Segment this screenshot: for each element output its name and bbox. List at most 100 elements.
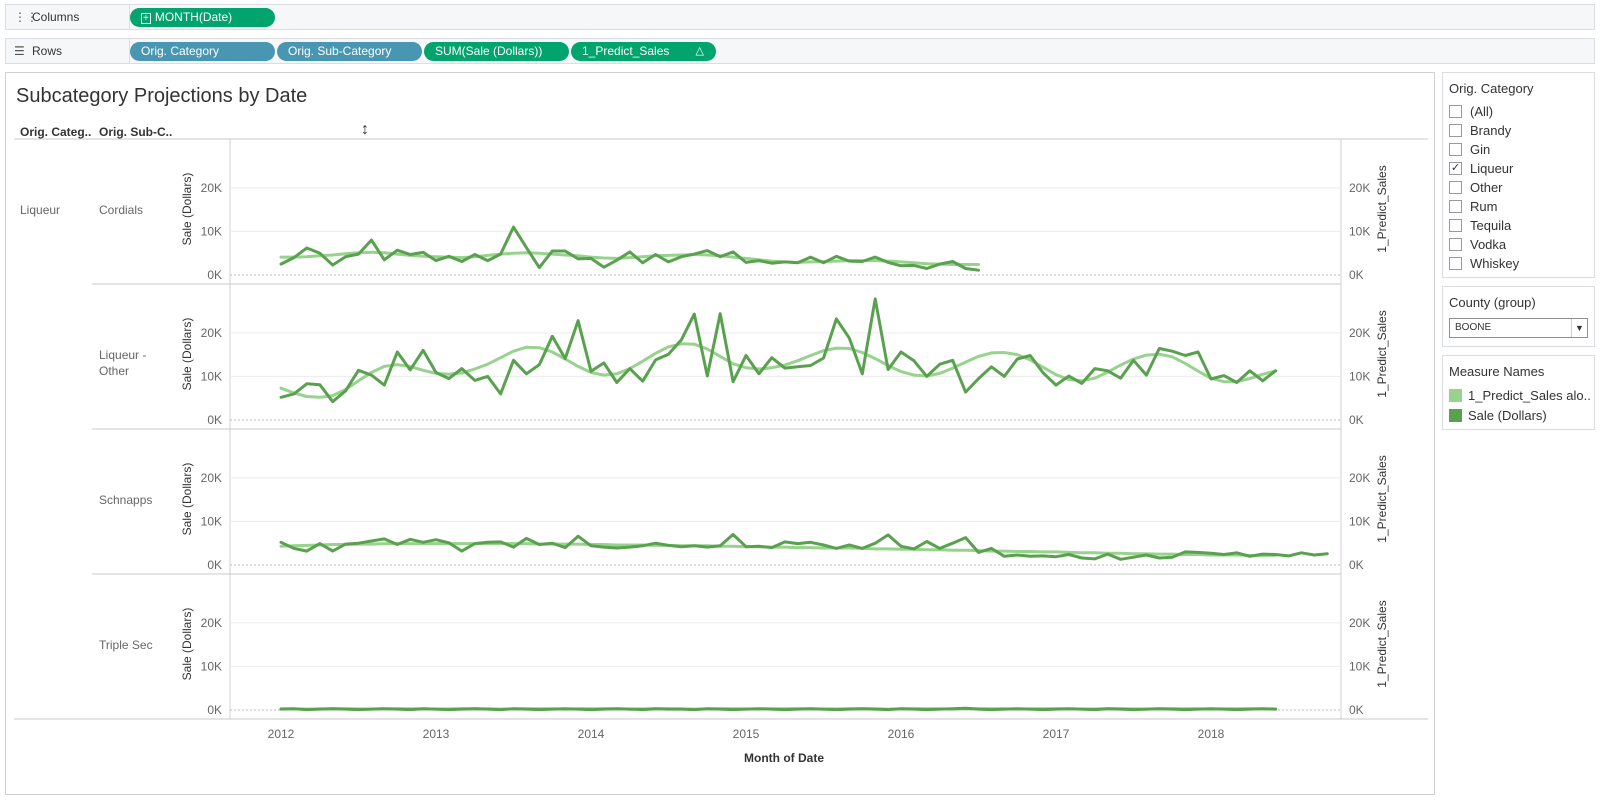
filter-item-label: (All) (1470, 104, 1494, 119)
expand-icon: + (141, 13, 151, 24)
y-tick-left: 10K (201, 369, 222, 383)
columns-shelf: ⋮⋮Columns + MONTH(Date) (5, 4, 1595, 30)
checkbox[interactable] (1449, 181, 1462, 194)
filter-item[interactable]: (All) (1443, 102, 1594, 121)
checkbox-checked[interactable]: ✓ (1449, 162, 1462, 175)
filter-item[interactable]: Gin (1443, 140, 1594, 159)
pill-month-date[interactable]: + MONTH(Date) (130, 8, 275, 27)
viz-view: Subcategory Projections by Date Orig. Ca… (5, 72, 1435, 795)
checkbox[interactable] (1449, 105, 1462, 118)
filter-item[interactable]: Rum (1443, 197, 1594, 216)
filter-item-label: Gin (1470, 142, 1491, 157)
y-tick-right: 20K (1349, 471, 1370, 485)
filter-item-label: Tequila (1470, 218, 1512, 233)
checkbox[interactable] (1449, 124, 1462, 137)
legend-swatch (1449, 408, 1462, 422)
columns-shelf-label: ⋮⋮Columns (6, 5, 130, 29)
legend-item[interactable]: Sale (Dollars) (1443, 405, 1594, 425)
y-tick-left: 0K (207, 703, 222, 717)
county-filter-card: County (group) BOONE ▼ (1442, 286, 1595, 347)
filter-item-label: Rum (1470, 199, 1498, 214)
legend-item-label: Sale (Dollars) (1468, 407, 1547, 423)
filter-item[interactable]: Vodka (1443, 235, 1594, 254)
x-tick-label: 2012 (268, 727, 295, 741)
y-tick-right: 0K (1349, 703, 1364, 717)
rows-label-text: Rows (32, 44, 63, 58)
series-line-sale (279, 297, 1278, 404)
pill-month-date-text: MONTH(Date) (154, 10, 233, 24)
pill-orig-category-text: Orig. Category (141, 44, 220, 58)
category-label: Liqueur (20, 203, 60, 217)
y-tick-left: 10K (201, 659, 222, 673)
legend-card: Measure Names 1_Predict_Sales alo.. Sale … (1442, 355, 1595, 430)
y-tick-right: 10K (1349, 659, 1370, 673)
legend-swatch (1449, 388, 1462, 402)
pill-orig-sub-category[interactable]: Orig. Sub-Category (277, 42, 422, 61)
pill-predict-sales-text: 1_Predict_Sales (582, 44, 670, 58)
legend-title: Measure Names (1449, 364, 1545, 379)
x-tick-label: 2016 (888, 727, 915, 741)
y-tick-left: 10K (201, 514, 222, 528)
y-tick-left: 10K (201, 224, 222, 238)
filter-item[interactable]: ✓ Liqueur (1443, 159, 1594, 178)
y-axis-title-right: 1_Predict_Sales (1375, 310, 1389, 397)
y-tick-left: 20K (201, 181, 222, 195)
chart-area: Liqueur Cordials 0K 0K 10K 10K 20K 20K Sale (Dol… (14, 138, 1428, 765)
checkbox[interactable] (1449, 200, 1462, 213)
filter-item-label: Whiskey (1470, 256, 1520, 271)
filter-item-label: Brandy (1470, 123, 1512, 138)
checkbox[interactable] (1449, 143, 1462, 156)
pill-sum-sale[interactable]: SUM(Sale (Dollars)) (424, 42, 569, 61)
series-line-sale (279, 706, 1278, 712)
x-tick-label: 2014 (578, 727, 605, 741)
rows-shelf-label: ☰ Rows (6, 39, 130, 63)
checkbox[interactable] (1449, 238, 1462, 251)
x-tick-label: 2018 (1198, 727, 1225, 741)
checkbox[interactable] (1449, 219, 1462, 232)
y-tick-left: 20K (201, 471, 222, 485)
legend-item-label: 1_Predict_Sales alo.. (1468, 387, 1591, 403)
y-axis-title-right: 1_Predict_Sales (1375, 455, 1389, 542)
county-dropdown-value: BOONE (1455, 322, 1492, 333)
filter-item-label: Vodka (1470, 237, 1507, 252)
filter-item[interactable]: Tequila (1443, 216, 1594, 235)
filter-item[interactable]: Whiskey (1443, 254, 1594, 273)
columns-icon: ⋮⋮ (14, 10, 38, 24)
y-tick-right: 20K (1349, 181, 1370, 195)
y-tick-left: 0K (207, 558, 222, 572)
x-tick-label: 2017 (1043, 727, 1070, 741)
category-filter-list: (All) Brandy Gin ✓ Liqueur Other Rum Tequila Vod… (1443, 102, 1594, 273)
subcategory-label: Triple Sec (99, 638, 153, 652)
rows-icon: ☰ (14, 44, 25, 58)
filter-item[interactable]: Brandy (1443, 121, 1594, 140)
chevron-down-icon: ▼ (1571, 319, 1587, 337)
pill-orig-category[interactable]: Orig. Category (130, 42, 275, 61)
county-dropdown[interactable]: BOONE ▼ (1449, 318, 1588, 338)
subcategory-label: Liqueur - (99, 348, 146, 362)
y-tick-right: 0K (1349, 558, 1364, 572)
legend-item[interactable]: 1_Predict_Sales alo.. (1443, 385, 1594, 405)
pill-predict-sales[interactable]: 1_Predict_Sales △ (571, 42, 716, 61)
y-axis-title-left: Sale (Dollars) (180, 318, 194, 391)
checkbox[interactable] (1449, 257, 1462, 270)
subcategory-label: Other (99, 364, 129, 378)
legend-list: 1_Predict_Sales alo.. Sale (Dollars) (1443, 385, 1594, 425)
pill-orig-sub-category-text: Orig. Sub-Category (288, 44, 392, 58)
y-tick-left: 20K (201, 616, 222, 630)
filter-item[interactable]: Other (1443, 178, 1594, 197)
category-filter-card: Orig. Category (All) Brandy Gin ✓ Liqueur Oth… (1442, 72, 1595, 278)
y-tick-right: 10K (1349, 514, 1370, 528)
y-tick-right: 0K (1349, 413, 1364, 427)
filter-item-label: Liqueur (1470, 161, 1514, 176)
y-axis-title-left: Sale (Dollars) (180, 608, 194, 681)
y-tick-right: 20K (1349, 616, 1370, 630)
filter-item-label: Other (1470, 180, 1503, 195)
county-filter-title: County (group) (1449, 295, 1536, 310)
x-axis-title: Month of Date (744, 751, 824, 765)
series-line-sale (279, 225, 980, 272)
delta-icon: △ (695, 45, 704, 57)
subcategory-label: Cordials (99, 203, 143, 217)
y-tick-right: 10K (1349, 224, 1370, 238)
y-axis-title-left: Sale (Dollars) (180, 463, 194, 536)
columns-label-text: Columns (32, 10, 80, 24)
